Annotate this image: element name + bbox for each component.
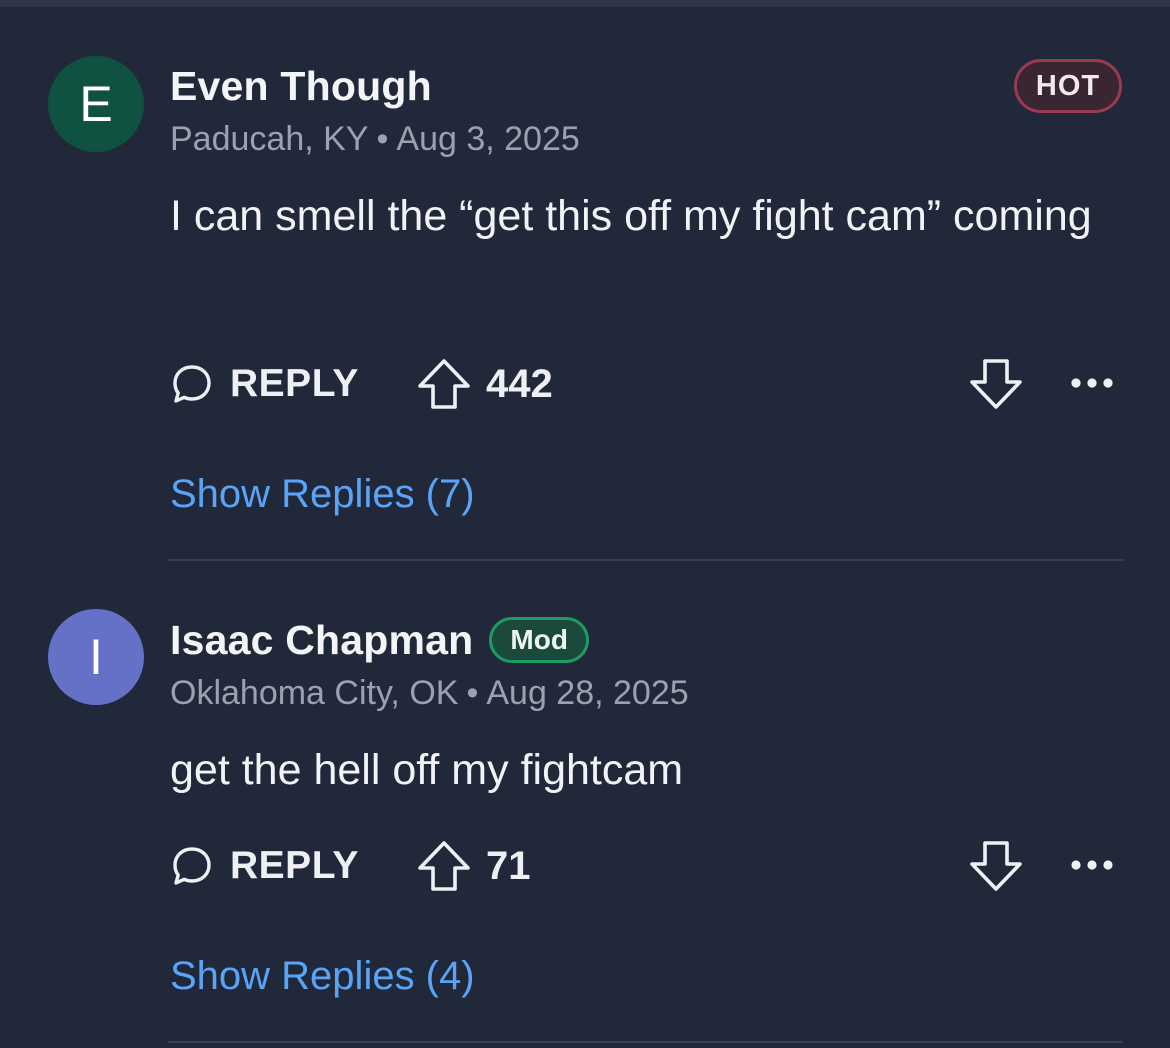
vote-count: 71	[486, 843, 531, 888]
author-name[interactable]: Isaac Chapman	[170, 617, 473, 664]
meta-separator: •	[466, 674, 479, 712]
more-options-button[interactable]	[1064, 840, 1120, 890]
location: Oklahoma City, OK	[170, 674, 459, 712]
speech-bubble-icon	[173, 847, 211, 885]
reply-button[interactable]: REPLY	[170, 836, 359, 896]
timestamp: Aug 28, 2025	[486, 674, 689, 712]
comment-divider	[168, 1041, 1123, 1043]
action-bar: REPLY 71	[0, 836, 1170, 896]
upvote-button[interactable]: 71	[416, 836, 531, 896]
comment-meta: Oklahoma City, OK • Aug 28, 2025	[170, 674, 689, 713]
show-replies-link[interactable]: Show Replies (4)	[170, 954, 475, 999]
reply-label: REPLY	[230, 844, 359, 887]
arrow-down-icon[interactable]	[968, 838, 1024, 894]
avatar-initial: I	[89, 629, 103, 685]
comment-card: I Isaac Chapman Mod Oklahoma City, OK • Au…	[0, 0, 1170, 1048]
avatar[interactable]: I	[48, 609, 144, 705]
arrow-up-icon	[418, 841, 470, 891]
ellipsis-icon	[1071, 860, 1113, 870]
author-row: Isaac Chapman Mod	[170, 612, 589, 668]
comment-body: get the hell off my fightcam	[170, 746, 684, 794]
mod-badge: Mod	[489, 617, 589, 663]
